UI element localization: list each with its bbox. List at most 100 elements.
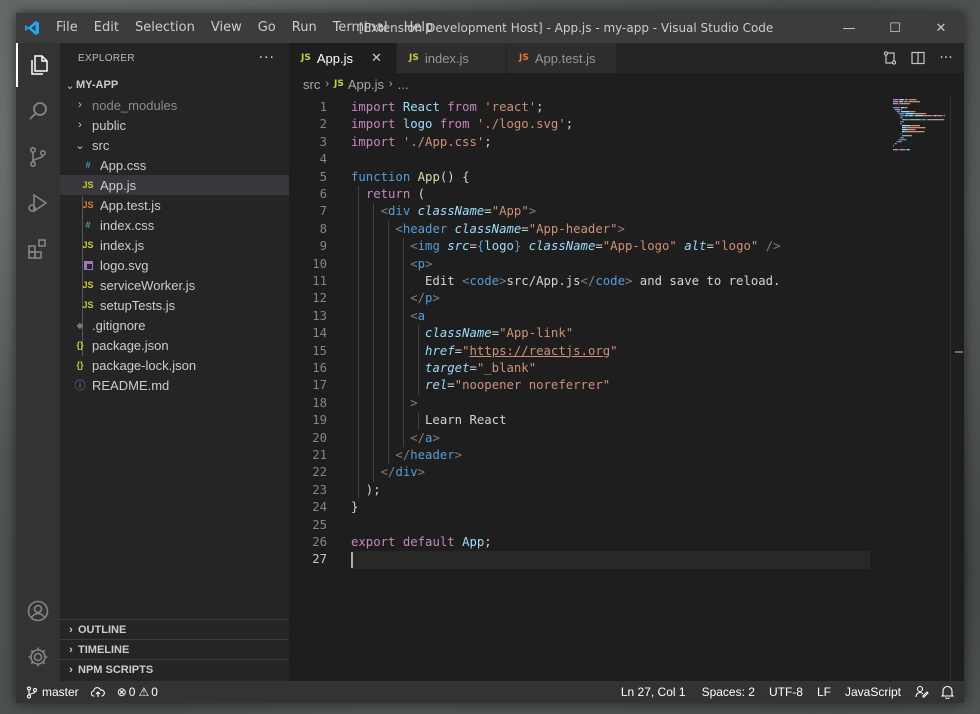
feedback-icon[interactable] (909, 681, 935, 703)
explorer-icon[interactable] (16, 43, 60, 87)
maximize-button[interactable]: ☐ (872, 13, 918, 43)
code-line: 15 href="https://reactjs.org" (289, 343, 869, 360)
minimap-token (913, 113, 915, 115)
minimize-button[interactable]: — (826, 13, 872, 43)
line-number: 15 (312, 343, 327, 358)
minimap-token (893, 103, 899, 105)
close-window-button[interactable]: ✕ (918, 13, 964, 43)
notifications-bell-icon[interactable] (935, 681, 964, 703)
run-debug-icon[interactable] (16, 181, 60, 225)
breadcrumb-more[interactable]: ... (398, 77, 409, 92)
branch-indicator[interactable]: master (16, 681, 85, 703)
language-mode[interactable]: JavaScript (839, 681, 909, 703)
more-actions-icon[interactable]: ··· (932, 50, 960, 66)
more-actions-button[interactable]: ··· (259, 50, 275, 66)
line-number: 27 (312, 552, 327, 567)
account-icon[interactable] (16, 589, 60, 633)
cloud-upload-icon (90, 687, 105, 697)
menu-go[interactable]: Go (250, 13, 284, 43)
menu-run[interactable]: Run (284, 13, 325, 43)
tree-item-package-json[interactable]: {} package.json (60, 335, 289, 355)
tree-item-index-js[interactable]: JS index.js (60, 235, 289, 255)
minimap-token (902, 135, 912, 137)
minimap-token (921, 119, 926, 121)
minimap-token (905, 119, 907, 121)
encoding[interactable]: UTF-8 (763, 681, 811, 703)
tab-index-js[interactable]: JS index.js (397, 43, 507, 73)
timeline-panel-header[interactable]: › TIMELINE (60, 639, 289, 659)
warning-icon: ⚠ (138, 685, 150, 699)
tab-app-js[interactable]: JS App.js ✕ (289, 43, 397, 73)
line-number: 3 (319, 134, 327, 149)
cursor-position[interactable]: Ln 27, Col 1 (615, 681, 696, 703)
tree-item-app-test-js[interactable]: JS App.test.js (60, 195, 289, 215)
tree-item-index-css[interactable]: # index.css (60, 215, 289, 235)
code-text: import React from 'react'; (351, 100, 544, 114)
tree-item-service-worker-js[interactable]: JS serviceWorker.js (60, 275, 289, 295)
tree-item-gitignore[interactable]: ◆ .gitignore (60, 315, 289, 335)
menu-selection[interactable]: Selection (127, 13, 203, 43)
code-text: rel="noopener noreferrer" (425, 378, 611, 393)
code-text: target="_blank" (425, 361, 537, 375)
search-icon[interactable] (16, 89, 60, 133)
minimap-token (902, 131, 905, 133)
tree-item-readme-md[interactable]: ⓘ README.md (60, 375, 289, 395)
minimap-token (920, 119, 922, 121)
tree-item-app-js[interactable]: JS App.js (60, 175, 289, 195)
code-text: <div className="App"> (380, 204, 537, 219)
breadcrumb-file[interactable]: App.js (348, 77, 384, 92)
chevron-down-icon: ⌄ (75, 139, 85, 152)
minimap-token (899, 103, 910, 105)
code-line: 10 <p> (289, 256, 869, 273)
outline-panel-header[interactable]: › OUTLINE (60, 619, 289, 639)
tree-item-src[interactable]: ⌄ src (60, 135, 289, 155)
close-tab-icon[interactable]: ✕ (371, 50, 382, 66)
tree-item-public[interactable]: › public (60, 115, 289, 135)
js-file-icon: JS (82, 300, 94, 310)
editor-scrollbar[interactable] (950, 95, 964, 681)
tree-item-setup-tests-js[interactable]: JS setupTests.js (60, 295, 289, 315)
tree-item-label: index.css (100, 217, 155, 233)
minimap-token (908, 115, 910, 117)
tree-item-app-css[interactable]: # App.css (60, 155, 289, 175)
minimap-token (902, 121, 904, 123)
code-text: export default App; (351, 535, 492, 549)
open-changes-icon[interactable] (876, 50, 904, 66)
minimap-token (906, 149, 910, 151)
end-of-line[interactable]: LF (811, 681, 839, 703)
sync-button[interactable] (85, 681, 111, 703)
menu-view[interactable]: View (203, 13, 250, 43)
minimap-token (901, 141, 902, 143)
minimap-token (905, 131, 925, 133)
minimap-token (911, 125, 920, 127)
workspace-root[interactable]: ⌄ MY-APP (60, 75, 289, 95)
menu-file[interactable]: File (48, 13, 86, 43)
code-editor[interactable]: 1 import React from 'react'; 2 import logo … (289, 95, 870, 681)
minimap-token (900, 121, 902, 123)
tree-item-node-modules[interactable]: › node_modules (60, 95, 289, 115)
minimap-token (901, 107, 904, 109)
menu-edit[interactable]: Edit (86, 13, 127, 43)
split-editor-icon[interactable] (904, 50, 932, 66)
indentation[interactable]: Spaces: 2 (696, 681, 763, 703)
minimap-token (901, 117, 902, 119)
branch-name: master (42, 685, 79, 699)
problems-indicator[interactable]: ⊗ 0 ⚠ 0 (111, 681, 164, 703)
minimap-token (900, 117, 902, 119)
source-control-icon[interactable] (16, 135, 60, 179)
breadcrumb-folder[interactable]: src (303, 77, 320, 92)
tab-label: App.test.js (534, 50, 596, 66)
tab-app-test-js[interactable]: JS App.test.js (507, 43, 617, 73)
code-text: </header> (395, 448, 463, 462)
minimap-token (904, 131, 906, 133)
js-file-icon: JS (82, 240, 94, 250)
minimap-token (902, 137, 904, 139)
extensions-icon[interactable] (16, 227, 60, 271)
line-number: 2 (319, 117, 327, 132)
settings-gear-icon[interactable] (16, 635, 60, 679)
minimap[interactable] (869, 95, 950, 681)
tree-item-package-lock-json[interactable]: {} package-lock.json (60, 355, 289, 375)
tree-item-logo-svg[interactable]: logo.svg (60, 255, 289, 275)
npm-scripts-panel-header[interactable]: › NPM SCRIPTS (60, 659, 289, 679)
minimap-token (899, 99, 904, 101)
